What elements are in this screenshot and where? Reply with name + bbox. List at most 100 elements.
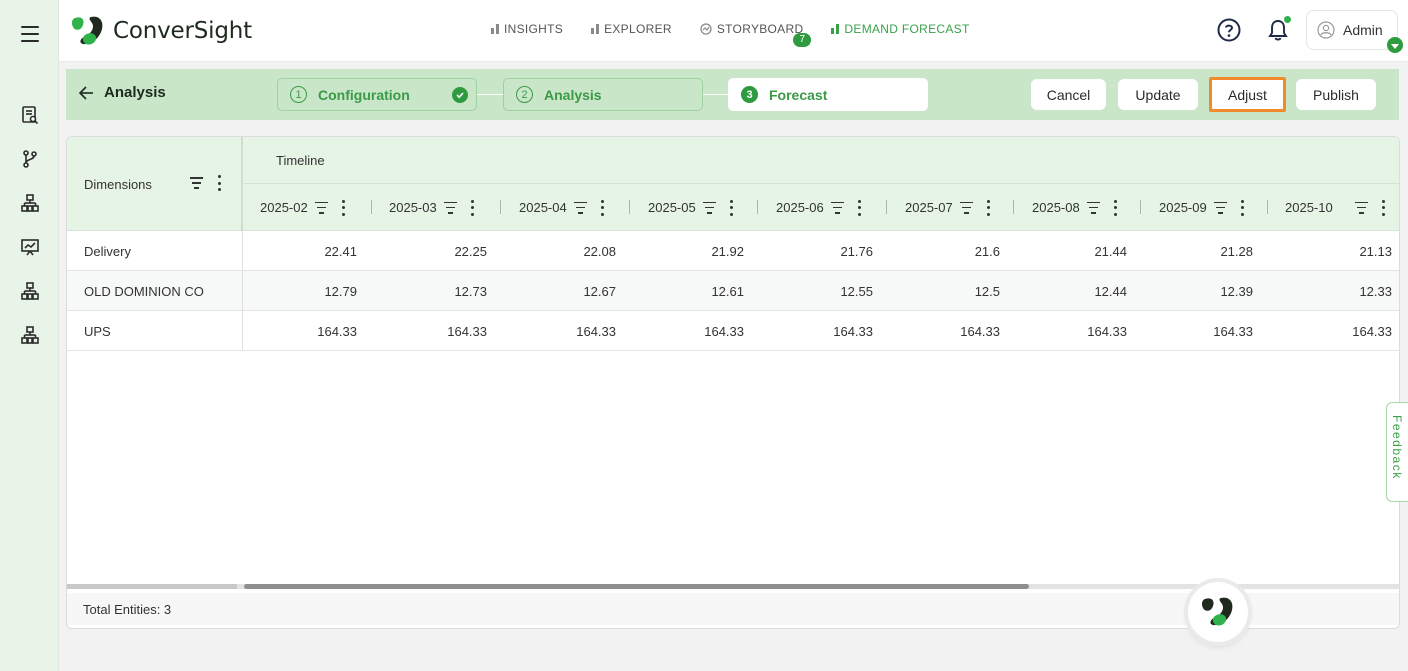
filter-icon[interactable] xyxy=(574,201,588,214)
table-cell[interactable]: 22.25 xyxy=(387,231,487,271)
left-sidebar xyxy=(0,0,59,671)
check-icon xyxy=(452,87,468,103)
nav-demand-forecast-label: DEMAND FORECAST xyxy=(844,22,970,36)
table-cell[interactable]: 164.33 xyxy=(387,311,487,351)
table-cell[interactable]: 164.33 xyxy=(773,311,873,351)
menu-icon[interactable] xyxy=(21,26,39,42)
more-vertical-icon[interactable] xyxy=(730,199,734,216)
filter-icon[interactable] xyxy=(831,201,845,214)
user-menu[interactable]: Admin xyxy=(1306,10,1403,53)
more-vertical-icon[interactable] xyxy=(1114,199,1118,216)
app-logo[interactable]: ConverSight xyxy=(71,15,252,47)
table-cell[interactable]: 12.79 xyxy=(257,271,357,311)
table-row[interactable]: OLD DOMINION CO 12.79 12.73 12.67 12.61 … xyxy=(67,271,1399,311)
table-cell[interactable]: 12.44 xyxy=(1027,271,1127,311)
column-divider xyxy=(1267,200,1268,214)
column-divider xyxy=(1013,200,1014,214)
table-row[interactable]: UPS 164.33 164.33 164.33 164.33 164.33 1… xyxy=(67,311,1399,351)
back-button[interactable]: Analysis xyxy=(78,84,166,101)
column-header-label: 2025-05 xyxy=(648,200,696,215)
table-cell[interactable]: 12.73 xyxy=(387,271,487,311)
table-cell[interactable]: 22.08 xyxy=(516,231,616,271)
chevron-down-icon[interactable] xyxy=(1387,37,1403,53)
table-cell[interactable]: 12.39 xyxy=(1153,271,1253,311)
column-header-2025-09[interactable]: 2025-09 xyxy=(1159,184,1245,231)
notification-dot xyxy=(1284,16,1291,23)
more-vertical-icon[interactable] xyxy=(217,175,221,191)
cancel-button[interactable]: Cancel xyxy=(1031,79,1106,110)
table-cell[interactable]: 21.28 xyxy=(1153,231,1253,271)
step-forecast[interactable]: 3 Forecast xyxy=(728,78,928,111)
table-cell[interactable]: 164.33 xyxy=(1027,311,1127,351)
table-cell[interactable]: 12.5 xyxy=(900,271,1000,311)
filter-icon[interactable] xyxy=(444,201,458,214)
user-name: Admin xyxy=(1343,22,1383,38)
column-header-2025-06[interactable]: 2025-06 xyxy=(776,184,862,231)
storyboard-badge: 7 xyxy=(793,33,812,47)
filter-icon[interactable] xyxy=(189,177,203,189)
presentation-chart-icon[interactable] xyxy=(20,237,40,257)
more-vertical-icon[interactable] xyxy=(601,199,605,216)
step-analysis[interactable]: 2 Analysis xyxy=(503,78,703,111)
table-cell[interactable]: 12.67 xyxy=(516,271,616,311)
filter-icon[interactable] xyxy=(703,201,717,214)
column-header-2025-07[interactable]: 2025-07 xyxy=(905,184,991,231)
help-icon[interactable] xyxy=(1217,18,1241,42)
more-vertical-icon[interactable] xyxy=(342,199,346,216)
step-label: Analysis xyxy=(544,86,602,103)
column-header-2025-03[interactable]: 2025-03 xyxy=(389,184,475,231)
more-vertical-icon[interactable] xyxy=(471,199,475,216)
scrollbar-thumb[interactable] xyxy=(244,584,1029,589)
table-cell[interactable]: 164.33 xyxy=(516,311,616,351)
table-cell[interactable]: 21.92 xyxy=(644,231,744,271)
more-vertical-icon[interactable] xyxy=(987,199,991,216)
table-cell[interactable]: 21.6 xyxy=(900,231,1000,271)
filter-icon[interactable] xyxy=(1214,201,1228,214)
wizard-step-bar: Analysis 1 Configuration 2 Analysis 3 Fo… xyxy=(66,69,1399,120)
feedback-tab[interactable]: Feedback xyxy=(1386,402,1408,502)
total-entities-label: Total Entities: 3 xyxy=(83,601,172,617)
filter-icon[interactable] xyxy=(1087,201,1101,214)
table-cell[interactable]: 164.33 xyxy=(1153,311,1253,351)
filter-icon[interactable] xyxy=(960,201,974,214)
table-cell[interactable]: 22.41 xyxy=(257,231,357,271)
hierarchy-icon[interactable] xyxy=(20,193,40,213)
assistant-chat-button[interactable] xyxy=(1188,582,1248,642)
table-cell[interactable]: 21.76 xyxy=(773,231,873,271)
pinned-column-scrollbar[interactable] xyxy=(67,584,237,589)
filter-icon[interactable] xyxy=(1355,201,1369,214)
more-vertical-icon[interactable] xyxy=(1382,199,1386,216)
nav-demand-forecast[interactable]: DEMAND FORECAST xyxy=(831,22,969,36)
table-cell[interactable]: 12.33 xyxy=(1292,271,1392,311)
dimensions-header-label: Dimensions xyxy=(84,176,152,192)
filter-icon[interactable] xyxy=(315,201,329,214)
adjust-button[interactable]: Adjust xyxy=(1209,77,1286,112)
more-vertical-icon[interactable] xyxy=(858,199,862,216)
report-icon[interactable] xyxy=(20,105,40,125)
hierarchy-icon[interactable] xyxy=(20,281,40,301)
table-row[interactable]: Delivery 22.41 22.25 22.08 21.92 21.76 2… xyxy=(67,231,1399,271)
table-cell[interactable]: 21.44 xyxy=(1027,231,1127,271)
nav-storyboard[interactable]: STORYBOARD 7 xyxy=(700,22,812,47)
forecast-table-panel: Dimensions Timeline 2025-02 2025-03 2025… xyxy=(66,136,1400,629)
hierarchy-icon[interactable] xyxy=(20,325,40,345)
column-header-2025-10[interactable]: 2025-10 xyxy=(1285,184,1386,231)
table-cell[interactable]: 12.61 xyxy=(644,271,744,311)
column-header-2025-05[interactable]: 2025-05 xyxy=(648,184,734,231)
table-cell[interactable]: 164.33 xyxy=(900,311,1000,351)
step-configuration[interactable]: 1 Configuration xyxy=(277,78,477,111)
nav-insights[interactable]: INSIGHTS xyxy=(491,22,563,36)
table-cell[interactable]: 164.33 xyxy=(257,311,357,351)
table-cell[interactable]: 164.33 xyxy=(1292,311,1392,351)
publish-button[interactable]: Publish xyxy=(1296,79,1376,110)
update-button[interactable]: Update xyxy=(1118,79,1198,110)
table-cell[interactable]: 164.33 xyxy=(644,311,744,351)
column-header-2025-08[interactable]: 2025-08 xyxy=(1032,184,1118,231)
column-header-2025-04[interactable]: 2025-04 xyxy=(519,184,605,231)
more-vertical-icon[interactable] xyxy=(1241,199,1245,216)
table-cell[interactable]: 21.13 xyxy=(1292,231,1392,271)
column-header-2025-02[interactable]: 2025-02 xyxy=(260,184,346,231)
table-cell[interactable]: 12.55 xyxy=(773,271,873,311)
nav-explorer[interactable]: EXPLORER xyxy=(591,22,672,36)
branch-icon[interactable] xyxy=(20,149,40,169)
